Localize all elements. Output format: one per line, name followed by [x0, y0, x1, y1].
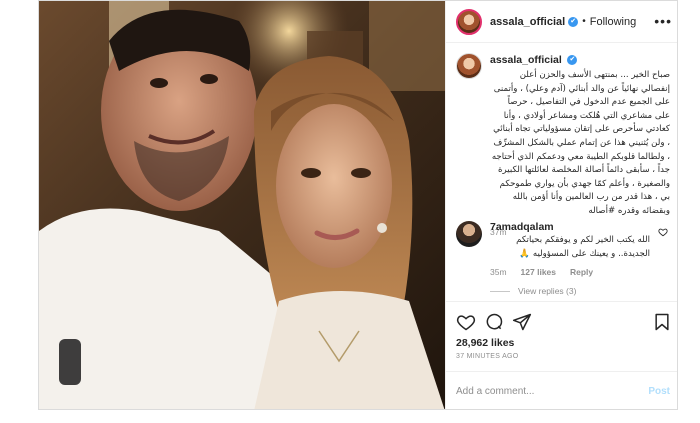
header-separator: •: [582, 16, 586, 27]
post-dialog: assala_official ✔ • Following ••• assala…: [38, 0, 678, 410]
caption-username[interactable]: assala_official: [490, 54, 562, 66]
caption-text: صباح الخير ... بمنتهى الأسف والحزن أعلن …: [491, 70, 670, 216]
comment-heart-icon[interactable]: [658, 227, 668, 237]
more-options-icon[interactable]: •••: [654, 13, 672, 29]
view-replies[interactable]: View replies (3): [490, 286, 670, 296]
replies-divider: [490, 290, 510, 292]
comment-input[interactable]: [456, 386, 626, 397]
comment-content: 7amadqalam الله يكتب الخير لكم و يوفقكم …: [490, 221, 650, 261]
post-sidebar: assala_official ✔ • Following ••• assala…: [445, 1, 677, 409]
comment-item: 7amadqalam الله يكتب الخير لكم و يوفقكم …: [456, 221, 670, 296]
comment-avatar[interactable]: [456, 221, 482, 247]
post-photo[interactable]: [39, 1, 445, 409]
comment-meta: 35m 127 likes Reply: [490, 267, 670, 277]
like-heart-icon[interactable]: [456, 312, 476, 332]
caption-content: assala_official ✔ صباح الخير ... بمنتهى …: [490, 53, 670, 219]
likes-count[interactable]: 28,962 likes: [456, 337, 514, 349]
comment-time: 35m: [490, 267, 507, 278]
caption: assala_official ✔ صباح الخير ... بمنتهى …: [446, 53, 677, 237]
add-comment-bar: Post: [446, 371, 677, 409]
comment-likes[interactable]: 127 likes: [521, 267, 556, 277]
verified-icon: ✔: [568, 16, 579, 27]
caption-avatar[interactable]: [456, 53, 482, 79]
comment-icon[interactable]: [484, 312, 504, 332]
reply-button[interactable]: Reply: [570, 267, 593, 277]
post-button[interactable]: Post: [648, 386, 670, 397]
caption-verified-icon: ✔: [567, 55, 578, 66]
post-header: assala_official ✔ • Following •••: [446, 1, 677, 43]
following-button[interactable]: Following: [590, 16, 636, 28]
photo-image: [39, 1, 445, 409]
post-timestamp: 37 MINUTES AGO: [456, 353, 519, 360]
save-bookmark-icon[interactable]: [652, 312, 672, 332]
share-icon[interactable]: [512, 312, 532, 332]
avatar[interactable]: [456, 8, 482, 35]
header-username[interactable]: assala_official: [490, 16, 565, 28]
photo-tag-marker: [59, 339, 81, 385]
comment-username[interactable]: 7amadqalam: [490, 221, 554, 233]
view-replies-label[interactable]: View replies (3): [518, 286, 576, 296]
comment-text: الله يكتب الخير لكم و يوفقكم بحياتكم الج…: [516, 235, 650, 259]
action-bar: [446, 301, 677, 341]
